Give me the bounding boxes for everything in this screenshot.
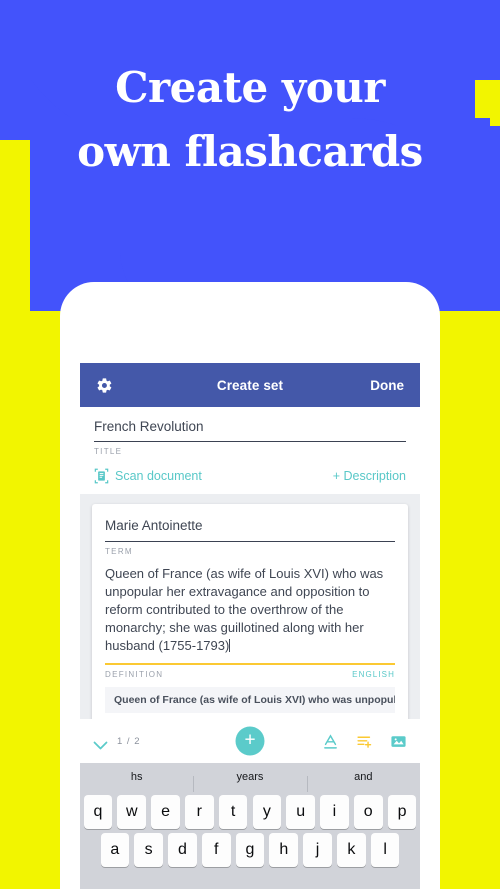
done-button[interactable]: Done: [370, 378, 404, 393]
text-caret: [229, 638, 231, 652]
key-f[interactable]: f: [201, 833, 231, 867]
app-bar-title: Create set: [216, 377, 284, 393]
headline-line-2: own flashcards: [77, 126, 423, 176]
page-count: 1 / 2: [117, 735, 141, 747]
definition-meta: DEFINITION ENGLISH: [105, 670, 395, 679]
editor-toolbar: 1 / 2 +: [80, 719, 420, 763]
image-icon[interactable]: [390, 733, 407, 750]
key-l[interactable]: l: [370, 833, 400, 867]
key-o[interactable]: o: [353, 795, 383, 829]
underline-a-icon[interactable]: [322, 733, 339, 750]
key-t[interactable]: t: [218, 795, 248, 829]
suggestion-word[interactable]: and: [306, 771, 420, 792]
key-a[interactable]: a: [100, 833, 130, 867]
key-e[interactable]: e: [151, 795, 180, 829]
key-k[interactable]: k: [337, 833, 366, 867]
suggestion-word[interactable]: years: [193, 771, 306, 792]
chevron-down-icon[interactable]: [93, 737, 108, 749]
app-bar: Create set Done: [80, 363, 420, 407]
key-g[interactable]: g: [235, 833, 265, 867]
key-p[interactable]: p: [387, 795, 417, 829]
key-h[interactable]: h: [269, 833, 299, 867]
suggestion-word[interactable]: hs: [80, 771, 193, 783]
definition-suggestion[interactable]: Queen of France (as wife of Louis XVI) w…: [105, 686, 395, 713]
definition-label: DEFINITION: [105, 669, 164, 679]
language-selector[interactable]: ENGLISH: [352, 670, 395, 679]
phone-screen: Create set Done French Revolution TITLE …: [80, 363, 420, 889]
promo-headline: Create your own flashcards: [0, 56, 500, 184]
scan-document-icon: [94, 468, 109, 484]
scan-document-label: Scan document: [115, 469, 202, 483]
key-j[interactable]: j: [303, 833, 332, 867]
scan-document-button[interactable]: Scan document: [94, 468, 202, 484]
toolbar-tools: [322, 733, 407, 750]
set-title-label: TITLE: [94, 447, 123, 456]
phone-mockup: Create set Done French Revolution TITLE …: [60, 282, 440, 889]
definition-text: Queen of France (as wife of Louis XVI) w…: [105, 566, 384, 653]
list-add-icon[interactable]: [356, 733, 373, 750]
key-r[interactable]: r: [185, 795, 214, 829]
key-q[interactable]: q: [83, 795, 113, 829]
keyboard-suggestions-bar: hs years and: [80, 763, 420, 792]
key-i[interactable]: i: [320, 795, 349, 829]
flashcard-editor: Marie Antoinette TERM Queen of France (a…: [92, 504, 408, 725]
on-screen-keyboard: hs years and q w e r t y u i o p a s d f: [80, 763, 420, 889]
key-y[interactable]: y: [252, 795, 282, 829]
add-description-button[interactable]: + Description: [333, 469, 406, 483]
set-meta-actions: Scan document + Description: [94, 468, 406, 484]
headline-line-1: Create your: [115, 63, 385, 112]
key-w[interactable]: w: [117, 795, 147, 829]
set-meta-section: French Revolution TITLE Scan document + …: [80, 407, 420, 494]
key-d[interactable]: d: [168, 833, 197, 867]
term-input[interactable]: Marie Antoinette: [105, 518, 395, 542]
keyboard-row-2: a s d f g h j k l: [80, 833, 420, 867]
key-s[interactable]: s: [134, 833, 163, 867]
keyboard-row-1: q w e r t y u i o p: [80, 795, 420, 829]
plus-icon: +: [244, 729, 256, 751]
add-card-button[interactable]: +: [235, 726, 265, 756]
definition-input[interactable]: Queen of France (as wife of Louis XVI) w…: [105, 565, 395, 665]
set-title-input[interactable]: French Revolution: [94, 419, 406, 442]
key-u[interactable]: u: [286, 795, 315, 829]
term-label: TERM: [105, 547, 133, 556]
gear-icon[interactable]: [96, 377, 113, 394]
